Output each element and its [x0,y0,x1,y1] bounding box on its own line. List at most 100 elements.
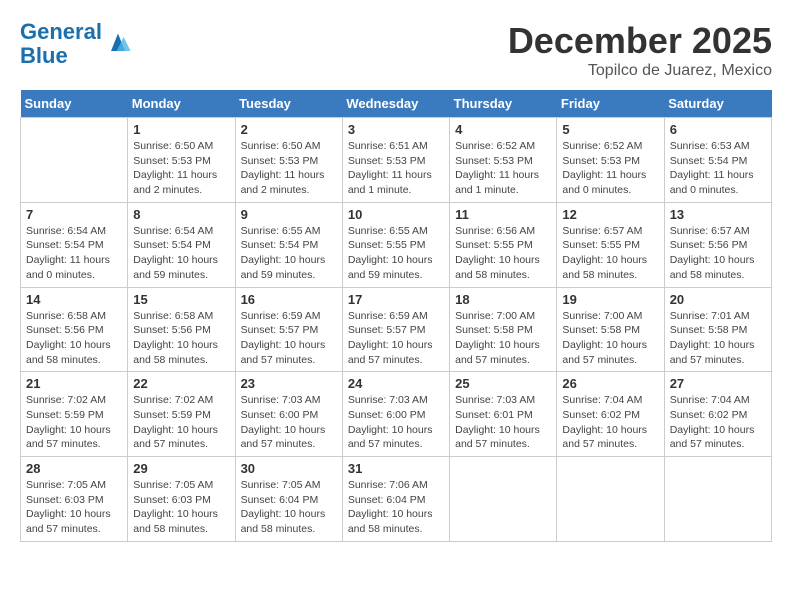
calendar-cell: 2 Sunrise: 6:50 AMSunset: 5:53 PMDaylight… [235,118,342,203]
day-info: Sunrise: 6:56 AMSunset: 5:55 PMDaylight:… [455,224,551,283]
calendar-cell: 16 Sunrise: 6:59 AMSunset: 5:57 PMDayligh… [235,287,342,372]
calendar-cell: 23 Sunrise: 7:03 AMSunset: 6:00 PMDayligh… [235,372,342,457]
calendar-cell: 25 Sunrise: 7:03 AMSunset: 6:01 PMDayligh… [450,372,557,457]
day-info: Sunrise: 7:03 AMSunset: 6:01 PMDaylight:… [455,393,551,452]
day-number: 25 [455,376,551,391]
calendar-table: SundayMondayTuesdayWednesdayThursdayFrid… [20,90,772,542]
day-number: 31 [348,461,444,476]
day-number: 23 [241,376,337,391]
day-info: Sunrise: 7:02 AMSunset: 5:59 PMDaylight:… [133,393,229,452]
calendar-cell: 5 Sunrise: 6:52 AMSunset: 5:53 PMDaylight… [557,118,664,203]
calendar-cell: 7 Sunrise: 6:54 AMSunset: 5:54 PMDaylight… [21,202,128,287]
logo-text: General Blue [20,20,102,68]
day-number: 22 [133,376,229,391]
calendar-week-4: 21 Sunrise: 7:02 AMSunset: 5:59 PMDayligh… [21,372,772,457]
calendar-cell [21,118,128,203]
calendar-week-3: 14 Sunrise: 6:58 AMSunset: 5:56 PMDayligh… [21,287,772,372]
calendar-cell [450,457,557,542]
day-info: Sunrise: 6:53 AMSunset: 5:54 PMDaylight:… [670,139,766,198]
day-number: 8 [133,207,229,222]
header-day-thursday: Thursday [450,90,557,118]
day-info: Sunrise: 6:50 AMSunset: 5:53 PMDaylight:… [133,139,229,198]
calendar-cell [664,457,771,542]
day-info: Sunrise: 7:02 AMSunset: 5:59 PMDaylight:… [26,393,122,452]
day-number: 5 [562,122,658,137]
header-day-saturday: Saturday [664,90,771,118]
day-info: Sunrise: 6:51 AMSunset: 5:53 PMDaylight:… [348,139,444,198]
calendar-cell: 24 Sunrise: 7:03 AMSunset: 6:00 PMDayligh… [342,372,449,457]
day-number: 24 [348,376,444,391]
calendar-cell [557,457,664,542]
day-number: 21 [26,376,122,391]
day-info: Sunrise: 6:54 AMSunset: 5:54 PMDaylight:… [133,224,229,283]
day-number: 14 [26,292,122,307]
calendar-cell: 21 Sunrise: 7:02 AMSunset: 5:59 PMDayligh… [21,372,128,457]
day-number: 11 [455,207,551,222]
day-info: Sunrise: 6:54 AMSunset: 5:54 PMDaylight:… [26,224,122,283]
calendar-cell: 15 Sunrise: 6:58 AMSunset: 5:56 PMDayligh… [128,287,235,372]
header: General Blue December 2025 Topilco de Ju… [20,20,772,80]
day-number: 17 [348,292,444,307]
day-info: Sunrise: 7:03 AMSunset: 6:00 PMDaylight:… [348,393,444,452]
day-number: 30 [241,461,337,476]
calendar-cell: 9 Sunrise: 6:55 AMSunset: 5:54 PMDaylight… [235,202,342,287]
day-info: Sunrise: 6:52 AMSunset: 5:53 PMDaylight:… [562,139,658,198]
day-info: Sunrise: 6:55 AMSunset: 5:54 PMDaylight:… [241,224,337,283]
calendar-cell: 12Sunrise: 6:57 AMSunset: 5:55 PMDayligh… [557,202,664,287]
header-day-tuesday: Tuesday [235,90,342,118]
calendar-cell: 8 Sunrise: 6:54 AMSunset: 5:54 PMDaylight… [128,202,235,287]
calendar-cell: 29 Sunrise: 7:05 AMSunset: 6:03 PMDayligh… [128,457,235,542]
calendar-header-row: SundayMondayTuesdayWednesdayThursdayFrid… [21,90,772,118]
day-number: 9 [241,207,337,222]
calendar-cell: 10Sunrise: 6:55 AMSunset: 5:55 PMDayligh… [342,202,449,287]
header-day-friday: Friday [557,90,664,118]
header-day-monday: Monday [128,90,235,118]
calendar-cell: 31Sunrise: 7:06 AMSunset: 6:04 PMDayligh… [342,457,449,542]
calendar-cell: 4 Sunrise: 6:52 AMSunset: 5:53 PMDaylight… [450,118,557,203]
day-number: 15 [133,292,229,307]
day-number: 2 [241,122,337,137]
day-number: 28 [26,461,122,476]
calendar-cell: 28 Sunrise: 7:05 AMSunset: 6:03 PMDayligh… [21,457,128,542]
calendar-cell: 22 Sunrise: 7:02 AMSunset: 5:59 PMDayligh… [128,372,235,457]
day-info: Sunrise: 6:58 AMSunset: 5:56 PMDaylight:… [133,309,229,368]
calendar-cell: 20 Sunrise: 7:01 AMSunset: 5:58 PMDayligh… [664,287,771,372]
calendar-cell: 3Sunrise: 6:51 AMSunset: 5:53 PMDaylight… [342,118,449,203]
day-number: 1 [133,122,229,137]
calendar-cell: 27 Sunrise: 7:04 AMSunset: 6:02 PMDayligh… [664,372,771,457]
day-info: Sunrise: 6:52 AMSunset: 5:53 PMDaylight:… [455,139,551,198]
calendar-cell: 30Sunrise: 7:05 AMSunset: 6:04 PMDayligh… [235,457,342,542]
day-number: 7 [26,207,122,222]
day-info: Sunrise: 6:50 AMSunset: 5:53 PMDaylight:… [241,139,337,198]
day-info: Sunrise: 6:59 AMSunset: 5:57 PMDaylight:… [348,309,444,368]
day-info: Sunrise: 7:05 AMSunset: 6:03 PMDaylight:… [26,478,122,537]
calendar-week-2: 7 Sunrise: 6:54 AMSunset: 5:54 PMDaylight… [21,202,772,287]
day-number: 4 [455,122,551,137]
day-info: Sunrise: 7:03 AMSunset: 6:00 PMDaylight:… [241,393,337,452]
calendar-cell: 26 Sunrise: 7:04 AMSunset: 6:02 PMDayligh… [557,372,664,457]
day-info: Sunrise: 7:04 AMSunset: 6:02 PMDaylight:… [670,393,766,452]
day-info: Sunrise: 6:59 AMSunset: 5:57 PMDaylight:… [241,309,337,368]
day-info: Sunrise: 6:55 AMSunset: 5:55 PMDaylight:… [348,224,444,283]
day-info: Sunrise: 7:05 AMSunset: 6:03 PMDaylight:… [133,478,229,537]
calendar-week-5: 28 Sunrise: 7:05 AMSunset: 6:03 PMDayligh… [21,457,772,542]
day-number: 20 [670,292,766,307]
main-title: December 2025 [508,20,772,62]
day-number: 19 [562,292,658,307]
day-info: Sunrise: 7:01 AMSunset: 5:58 PMDaylight:… [670,309,766,368]
header-day-wednesday: Wednesday [342,90,449,118]
day-number: 26 [562,376,658,391]
calendar-cell: 13 Sunrise: 6:57 AMSunset: 5:56 PMDayligh… [664,202,771,287]
calendar-cell: 14Sunrise: 6:58 AMSunset: 5:56 PMDayligh… [21,287,128,372]
day-number: 27 [670,376,766,391]
day-number: 29 [133,461,229,476]
day-info: Sunrise: 7:04 AMSunset: 6:02 PMDaylight:… [562,393,658,452]
day-number: 13 [670,207,766,222]
header-day-sunday: Sunday [21,90,128,118]
day-info: Sunrise: 6:57 AMSunset: 5:56 PMDaylight:… [670,224,766,283]
calendar-cell: 6Sunrise: 6:53 AMSunset: 5:54 PMDaylight… [664,118,771,203]
calendar-week-1: 1 Sunrise: 6:50 AMSunset: 5:53 PMDaylight… [21,118,772,203]
day-number: 16 [241,292,337,307]
day-info: Sunrise: 7:00 AMSunset: 5:58 PMDaylight:… [455,309,551,368]
day-number: 12 [562,207,658,222]
